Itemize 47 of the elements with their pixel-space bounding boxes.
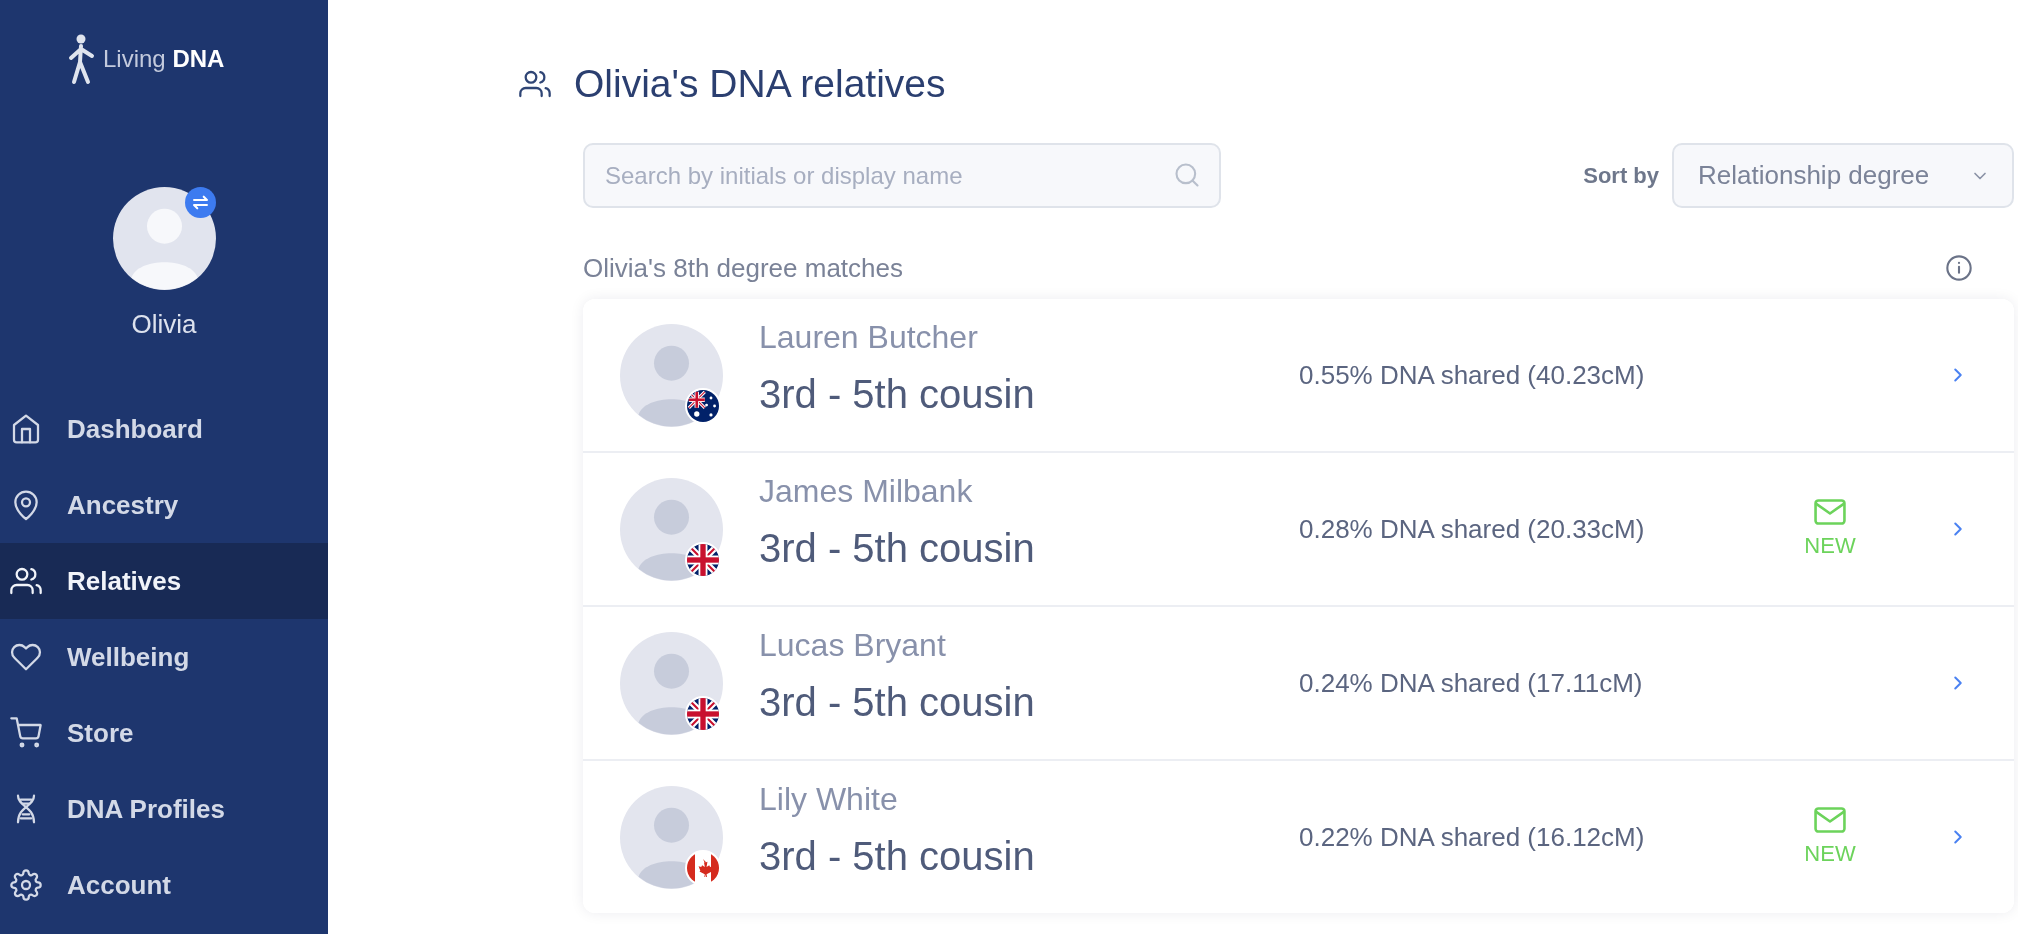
heart-icon	[10, 641, 42, 673]
nav-item[interactable]: Account	[0, 847, 328, 923]
relative-name: Lucas Bryant	[759, 626, 946, 664]
envelope-icon[interactable]	[1814, 807, 1846, 833]
swap-icon[interactable]	[184, 187, 216, 218]
dna-shared-text: 0.22% DNA shared (16.12cM)	[1299, 821, 1646, 853]
logo-text[interactable]: Living DNA	[103, 45, 225, 73]
relationship-label: 3rd - 5th cousin	[759, 525, 1035, 571]
match-row[interactable]: Lauren Butcher 3rd - 5th cousin 0.55% DNA shared (40.23cM)	[583, 299, 2014, 453]
avatar-icon	[620, 631, 723, 735]
nav-item[interactable]: DNA Profiles	[0, 771, 328, 847]
page-title: Olivia's DNA relatives	[574, 62, 946, 106]
avatar-icon	[620, 477, 723, 581]
info-icon[interactable]	[1945, 254, 1973, 282]
nav-item[interactable]: Relatives	[0, 543, 328, 619]
sort-dropdown[interactable]: Relationship degree	[1672, 143, 2014, 208]
dna-shared-text: 0.55% DNA shared (40.23cM)	[1299, 359, 1646, 391]
home-icon	[10, 413, 42, 445]
people-icon	[10, 565, 42, 597]
profile-name: Olivia	[131, 309, 197, 339]
matches-heading: Olivia's 8th degree matches	[583, 253, 903, 283]
match-row[interactable]: Lucas Bryant 3rd - 5th cousin 0.24% DNA shared (17.11cM)	[583, 607, 2014, 761]
envelope-icon[interactable]	[1814, 499, 1846, 525]
avatar-icon	[620, 785, 723, 889]
dna-shared-text: 0.24% DNA shared (17.11cM)	[1299, 667, 1644, 699]
avatar-icon[interactable]	[112, 187, 216, 290]
match-row[interactable]: Lily White 3rd - 5th cousin 0.22% DNA shared (16.12cM) NEW	[583, 761, 2014, 913]
sort-label: Sort by	[1583, 162, 1659, 189]
relationship-label: 3rd - 5th cousin	[759, 679, 1035, 725]
nav-item[interactable]: Dashboard	[0, 391, 328, 467]
match-row[interactable]: James Milbank 3rd - 5th cousin 0.28% DNA shared (20.33cM) NEW	[583, 453, 2014, 607]
search-field[interactable]: Search by initials or display name	[583, 143, 1221, 208]
relative-name: Lauren Butcher	[759, 318, 978, 356]
relationship-label: 3rd - 5th cousin	[759, 371, 1035, 417]
nav-item[interactable]: Wellbeing	[0, 619, 328, 695]
relationship-label: 3rd - 5th cousin	[759, 833, 1035, 879]
people-icon	[519, 68, 551, 100]
gear-icon	[10, 869, 42, 901]
nav-item[interactable]: Ancestry	[0, 467, 328, 543]
cart-icon	[10, 717, 42, 749]
nav-item[interactable]: Store	[0, 695, 328, 771]
relative-name: James Milbank	[759, 472, 973, 510]
dna-shared-text: 0.28% DNA shared (20.33cM)	[1299, 513, 1646, 545]
avatar-icon	[620, 323, 723, 427]
new-label: NEW	[1804, 841, 1856, 867]
new-label: NEW	[1804, 533, 1856, 559]
relative-name: Lily White	[759, 780, 898, 818]
